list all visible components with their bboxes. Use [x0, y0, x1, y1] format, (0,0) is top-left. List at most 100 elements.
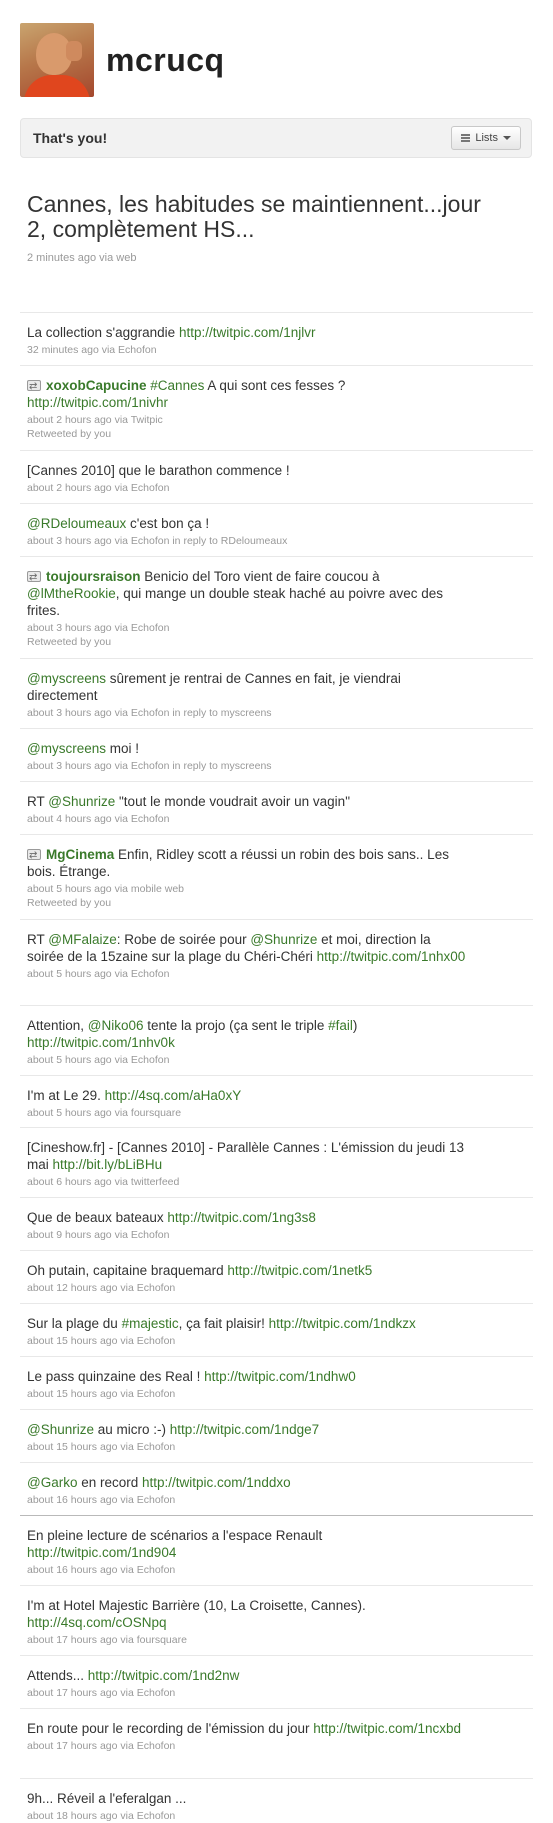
tweet-meta: about 18 hours ago via Echofon — [27, 1810, 176, 1822]
tweet-mention[interactable]: @myscreens — [27, 741, 106, 756]
lists-button-label: Lists — [475, 132, 498, 144]
retweeted-by: Retweeted by you — [27, 428, 112, 440]
tweet-link[interactable]: http://twitpic.com/1nd904 — [27, 1545, 176, 1560]
tweet: @myscreens moi ! about 3 hours ago via E… — [20, 728, 533, 773]
tweet: @myscreens sûrement je rentrai de Cannes… — [20, 658, 533, 720]
tweet: @Garko en record http://twitpic.com/1ndd… — [20, 1462, 533, 1507]
tweet-link[interactable]: http://twitpic.com/1ndkzx — [269, 1316, 416, 1331]
tweet-link[interactable]: http://twitpic.com/1nd2nw — [88, 1668, 240, 1683]
tweet: Attends... http://twitpic.com/1nd2nw abo… — [20, 1655, 533, 1700]
tweet-link[interactable]: http://twitpic.com/1ng3s8 — [167, 1210, 316, 1225]
tweet-mention[interactable]: @Shunrize — [250, 932, 317, 947]
tweet: Oh putain, capitaine braquemard http://t… — [20, 1250, 533, 1295]
tweet-mention[interactable]: @Niko06 — [88, 1018, 144, 1033]
tweet: RT @MFalaize: Robe de soirée pour @Shunr… — [20, 919, 533, 981]
tweet-text: @myscreens moi ! — [27, 740, 467, 757]
tweet-link[interactable]: http://twitpic.com/1nddxo — [142, 1475, 291, 1490]
tweet: [Cannes 2010] que le barathon commence !… — [20, 450, 533, 495]
tweet-meta: about 6 hours ago via twitterfeed — [27, 1176, 180, 1188]
latest-tweet-text: Cannes, les habitudes se maintiennent...… — [27, 191, 481, 242]
tweet-link[interactable]: http://twitpic.com/1ndhw0 — [204, 1369, 356, 1384]
tweet-link[interactable]: http://twitpic.com/1ndge7 — [170, 1422, 319, 1437]
tweet-text: RT @MFalaize: Robe de soirée pour @Shunr… — [27, 931, 467, 965]
tweet-link[interactable]: http://twitpic.com/1njlvr — [179, 325, 316, 340]
tweet-body: Sur la plage du — [27, 1316, 122, 1331]
tweet-body: en record — [77, 1475, 143, 1490]
tweet: toujoursraison Benicio del Toro vient de… — [20, 556, 533, 649]
tweet-mention[interactable]: @myscreens — [27, 671, 106, 686]
retweet-icon — [27, 847, 41, 864]
tweet-text: I'm at Le 29. http://4sq.com/aHa0xY — [27, 1087, 467, 1104]
tweet-body: Attends... — [27, 1668, 88, 1683]
chevron-down-icon — [503, 136, 511, 140]
tweet-text: toujoursraison Benicio del Toro vient de… — [27, 568, 467, 619]
tweet-meta: about 15 hours ago via Echofon — [27, 1388, 176, 1400]
tweet-mention[interactable]: @Garko — [27, 1475, 77, 1490]
tweet-link[interactable]: http://twitpic.com/1nhx00 — [317, 949, 466, 964]
tweet-link[interactable]: http://4sq.com/cOSNpq — [27, 1615, 167, 1630]
tweet-link[interactable]: http://twitpic.com/1nivhr — [27, 395, 168, 410]
tweet: En pleine lecture de scénarios a l'espac… — [20, 1515, 533, 1577]
tweet-text: I'm at Hotel Majestic Barrière (10, La C… — [27, 1597, 467, 1631]
tweet-link[interactable]: http://twitpic.com/1nhv0k — [27, 1035, 175, 1050]
tweet-text: @Garko en record http://twitpic.com/1ndd… — [27, 1474, 467, 1491]
tweet-body: En pleine lecture de scénarios a l'espac… — [27, 1528, 323, 1543]
tweet-meta: about 15 hours ago via Echofon — [27, 1335, 176, 1347]
tweet: La collection s'aggrandie http://twitpic… — [20, 312, 533, 357]
tweet-hashtag[interactable]: #majestic — [122, 1316, 179, 1331]
tweet: 9h... Réveil a l'eferalgan ... about 18 … — [20, 1778, 533, 1823]
tweet-meta: about 2 hours ago via Echofon — [27, 482, 170, 494]
avatar[interactable] — [20, 23, 94, 97]
lists-button[interactable]: Lists — [451, 126, 521, 150]
tweet-mention[interactable]: @Shunrize — [48, 794, 115, 809]
tweet-body: "tout le monde voudrait avoir un vagin" — [115, 794, 350, 809]
tweet-meta: about 12 hours ago via Echofon — [27, 1282, 176, 1294]
tweet-body: A qui sont ces fesses ? — [204, 378, 346, 393]
tweet-hashtag[interactable]: #Cannes — [150, 378, 204, 393]
tweet-mention[interactable]: @lMtheRookie — [27, 586, 116, 601]
retweeted-by: Retweeted by you — [27, 897, 112, 909]
tweet-meta: about 16 hours ago via Echofon — [27, 1494, 176, 1506]
tweet: Que de beaux bateaux http://twitpic.com/… — [20, 1197, 533, 1242]
tweet-meta: about 3 hours ago via Echofon in reply t… — [27, 535, 288, 547]
tweet-link[interactable]: http://bit.ly/bLiBHu — [53, 1157, 163, 1172]
tweet-body: tente la projo (ça sent le triple — [143, 1018, 329, 1033]
retweeted-by: Retweeted by you — [27, 636, 112, 648]
tweet-meta: about 4 hours ago via Echofon — [27, 813, 170, 825]
tweet-hashtag[interactable]: #fail — [328, 1018, 353, 1033]
tweet-meta: about 17 hours ago via foursquare — [27, 1634, 187, 1646]
tweet-link[interactable]: http://twitpic.com/1ncxbd — [313, 1721, 461, 1736]
tweet-body: I'm at Le 29. — [27, 1088, 105, 1103]
tweet-meta: about 5 hours ago via Echofon — [27, 1054, 170, 1066]
tweet-text: xoxobCapucine #Cannes A qui sont ces fes… — [27, 377, 467, 411]
tweet-text: La collection s'aggrandie http://twitpic… — [27, 324, 467, 341]
tweet-body: I'm at Hotel Majestic Barrière (10, La C… — [27, 1598, 366, 1613]
tweet-meta: about 5 hours ago via Echofon — [27, 968, 170, 980]
tweet-text: MgCinema Enfin, Ridley scott a réussi un… — [27, 846, 467, 880]
tweet-text: 9h... Réveil a l'eferalgan ... — [27, 1790, 467, 1807]
tweet-text: @myscreens sûrement je rentrai de Cannes… — [27, 670, 467, 704]
tweet-link[interactable]: http://twitpic.com/1netk5 — [227, 1263, 372, 1278]
tweet-body: La collection s'aggrandie — [27, 325, 179, 340]
tweet-mention[interactable]: @Shunrize — [27, 1422, 94, 1437]
tweet-author[interactable]: xoxobCapucine — [46, 378, 147, 393]
tweet-body: Le pass quinzaine des Real ! — [27, 1369, 205, 1384]
tweet-meta: about 3 hours ago via Echofon in reply t… — [27, 707, 272, 719]
tweet-mention[interactable]: @MFalaize — [48, 932, 116, 947]
avatar-shirt — [24, 75, 90, 97]
profile-page: mcrucq That's you! Lists Cannes, les hab… — [0, 0, 553, 1823]
tweet: Le pass quinzaine des Real ! http://twit… — [20, 1356, 533, 1401]
you-label: That's you! — [33, 130, 108, 146]
tweet-meta: about 3 hours ago via Echofon — [27, 622, 170, 634]
tweet-link[interactable]: http://4sq.com/aHa0xY — [105, 1088, 242, 1103]
tweet-meta: 32 minutes ago via Echofon — [27, 344, 157, 356]
tweet: I'm at Hotel Majestic Barrière (10, La C… — [20, 1585, 533, 1647]
tweet-author[interactable]: MgCinema — [46, 847, 114, 862]
tweet-text: @RDeloumeaux c'est bon ça ! — [27, 515, 467, 532]
tweet-text: Attends... http://twitpic.com/1nd2nw — [27, 1667, 467, 1684]
tweet: En route pour le recording de l'émission… — [20, 1708, 533, 1753]
tweet-text: RT @Shunrize "tout le monde voudrait avo… — [27, 793, 467, 810]
tweet-author[interactable]: toujoursraison — [46, 569, 141, 584]
tweet-text: Attention, @Niko06 tente la projo (ça se… — [27, 1017, 467, 1051]
tweet-mention[interactable]: @RDeloumeaux — [27, 516, 126, 531]
